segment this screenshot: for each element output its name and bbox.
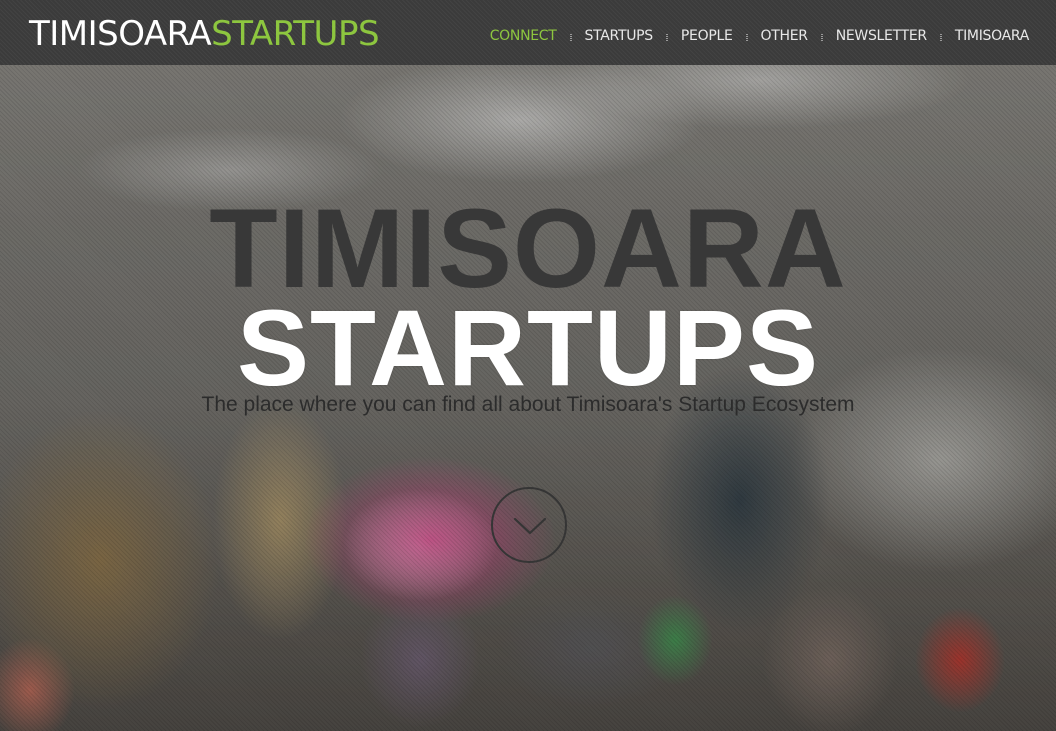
nav-item-timisoara[interactable]: TIMISOARA (955, 27, 1029, 45)
nav-item-startups[interactable]: STARTUPS (585, 27, 654, 45)
page: TIMISOARASTARTUPS CONNECT STARTUPS PEOPL… (0, 0, 1056, 731)
nav-separator (939, 33, 942, 41)
top-navigation-bar: TIMISOARASTARTUPS CONNECT STARTUPS PEOPL… (0, 0, 1056, 65)
logo-text-timisoara: TIMISOARA (29, 14, 212, 54)
scroll-down-button[interactable] (491, 487, 567, 563)
site-logo[interactable]: TIMISOARASTARTUPS (29, 13, 380, 55)
nav-item-newsletter[interactable]: NEWSLETTER (836, 27, 927, 45)
nav-item-other[interactable]: OTHER (761, 27, 808, 45)
nav-separator (665, 33, 668, 41)
logo-text-startups: STARTUPS (211, 14, 380, 54)
main-nav: CONNECT STARTUPS PEOPLE OTHER NEWSLETTER… (490, 27, 1030, 45)
nav-separator (820, 33, 823, 41)
nav-separator (745, 33, 748, 41)
nav-separator (569, 33, 572, 41)
chevron-down-icon (513, 517, 547, 535)
nav-item-connect[interactable]: CONNECT (490, 27, 557, 45)
hero-title-line2: STARTUPS (236, 287, 819, 409)
hero-tagline: The place where you can find all about T… (201, 393, 855, 416)
nav-item-people[interactable]: PEOPLE (681, 27, 733, 45)
